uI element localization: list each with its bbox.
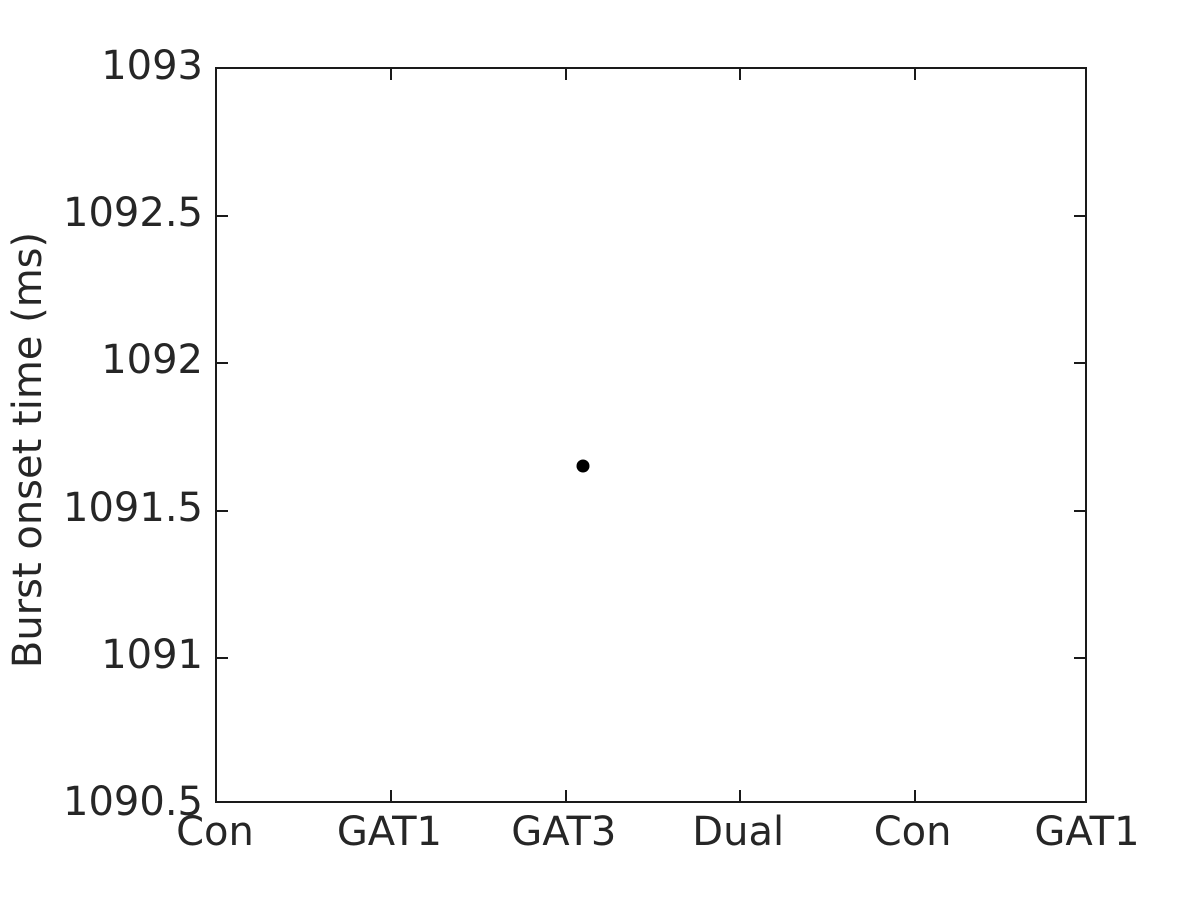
y-axis-tick-mark <box>217 656 228 659</box>
x-axis-tick-mark <box>390 69 393 80</box>
x-axis-tick-mark <box>564 790 567 801</box>
data-point <box>576 459 590 473</box>
plot-area <box>215 67 1087 803</box>
x-axis-tick-mark <box>564 69 567 80</box>
y-axis-tick-label: 1091 <box>101 631 203 678</box>
y-axis-tick-label: 1092 <box>101 337 203 384</box>
x-axis-tick-mark <box>913 790 916 801</box>
y-axis-tick-label: 1093 <box>101 43 203 89</box>
chart-figure: Burst onset time (ms) 1093 1092.5 1092 1091… <box>0 0 1200 900</box>
y-axis-tick-mark <box>217 215 228 218</box>
y-axis-title: Burst onset time (ms) <box>5 231 51 669</box>
y-axis-tick-mark <box>1074 509 1085 512</box>
y-axis-tick-mark <box>1074 215 1085 218</box>
y-axis-tick-mark <box>1074 656 1085 659</box>
y-axis-tick-mark <box>217 509 228 512</box>
x-axis-tick-label: GAT1 <box>1034 809 1140 855</box>
x-axis-tick-mark <box>739 790 742 801</box>
y-axis-tick-mark <box>217 362 228 365</box>
x-axis-tick-mark <box>913 69 916 80</box>
x-axis-tick-mark <box>390 790 393 801</box>
x-axis-tick-mark <box>739 69 742 80</box>
y-axis-tick-label: 1091.5 <box>63 484 203 531</box>
y-axis-tick-mark <box>1074 362 1085 365</box>
y-axis-tick-label: 1092.5 <box>63 190 203 237</box>
